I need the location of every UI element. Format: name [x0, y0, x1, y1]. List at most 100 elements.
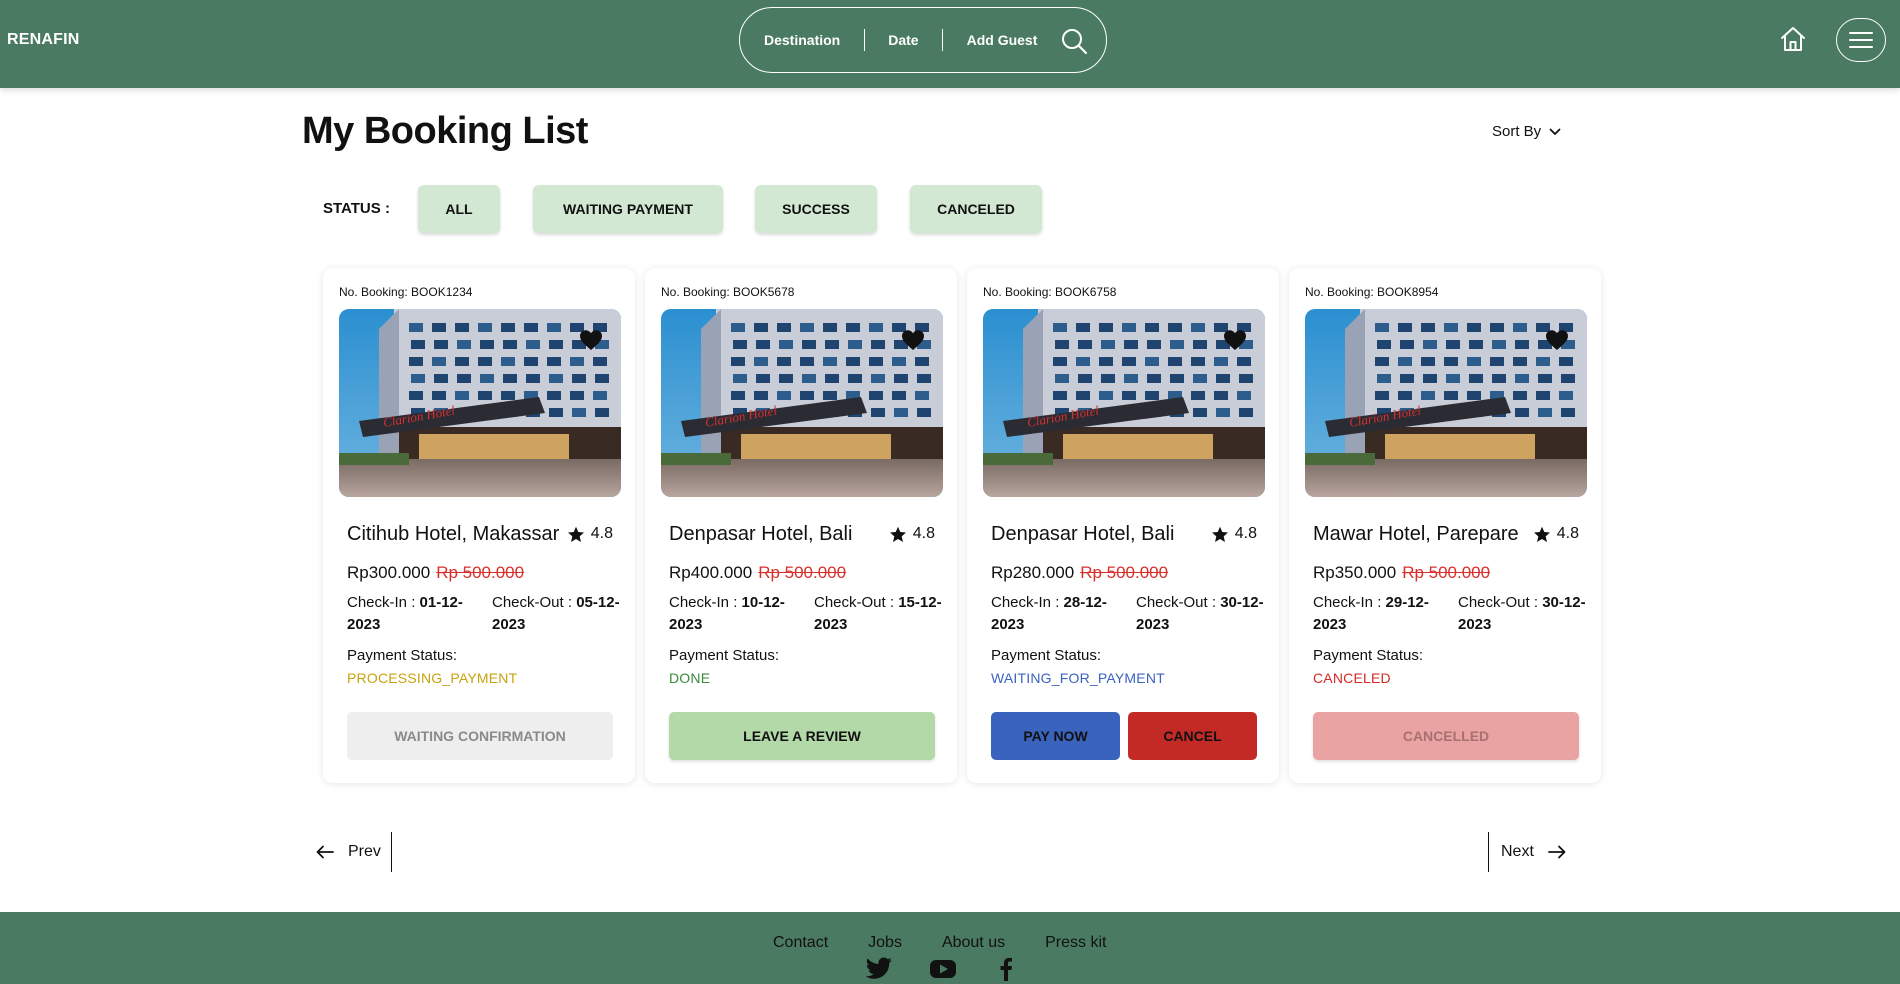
heart-icon[interactable]: [901, 329, 925, 351]
filter-canceled[interactable]: CANCELED: [910, 185, 1042, 233]
search-bar[interactable]: Destination Date Add Guest: [739, 7, 1107, 73]
hotel-name[interactable]: Denpasar Hotel, Bali: [669, 523, 852, 546]
check-in-date: Check-In : 28-12-2023: [991, 592, 1131, 636]
filter-success[interactable]: SUCCESS: [755, 185, 877, 233]
hamburger-icon: [1849, 32, 1873, 48]
check-out-label: Check-Out :: [492, 594, 577, 611]
current-price: Rp300.000: [347, 563, 431, 582]
youtube-icon[interactable]: [929, 957, 957, 981]
hotel-name[interactable]: Mawar Hotel, Parepare: [1313, 523, 1519, 546]
footer-link-contact[interactable]: Contact: [773, 934, 828, 952]
check-in-label: Check-In :: [991, 594, 1064, 611]
payment-status-label: Payment Status:: [1313, 647, 1424, 664]
star-icon: [1533, 526, 1550, 542]
rating-value: 4.8: [1234, 525, 1257, 542]
top-navbar: RENAFIN Destination Date Add Guest: [0, 0, 1900, 88]
rating-value: 4.8: [1556, 525, 1579, 542]
sort-by-dropdown[interactable]: Sort By: [1492, 123, 1561, 140]
check-in-label: Check-In :: [347, 594, 420, 611]
heart-icon[interactable]: [1545, 329, 1569, 351]
brand-logo[interactable]: RENAFIN: [7, 31, 80, 49]
star-icon: [567, 526, 584, 542]
cancel-booking-button[interactable]: CANCEL: [1128, 712, 1257, 760]
booking-card: No. Booking: BOOK6758 Clarion Hotel Denp…: [967, 268, 1279, 783]
payment-status-label: Payment Status:: [991, 647, 1102, 664]
footer-link-press-kit[interactable]: Press kit: [1045, 934, 1106, 952]
price: Rp280.000 Rp 500.000: [991, 563, 1168, 583]
heart-icon[interactable]: [1223, 329, 1247, 351]
pay-now-button[interactable]: PAY NOW: [991, 712, 1120, 760]
booking-card: No. Booking: BOOK5678 Clarion Hotel Denp…: [645, 268, 957, 783]
payment-status-label: Payment Status:: [669, 647, 780, 664]
filter-all[interactable]: ALL: [418, 185, 500, 233]
booking-action-button[interactable]: CANCELLED: [1313, 712, 1579, 760]
prev-page-button[interactable]: Prev: [316, 832, 392, 872]
status-filter-label: STATUS :: [323, 200, 390, 217]
check-in-label: Check-In :: [669, 594, 742, 611]
payment-status-value: CANCELED: [1313, 670, 1391, 686]
search-add-guest[interactable]: Add Guest: [943, 8, 1050, 72]
booking-number: No. Booking: BOOK8954: [1305, 285, 1439, 299]
arrow-right-icon: [1548, 845, 1566, 859]
price: Rp400.000 Rp 500.000: [669, 563, 846, 583]
check-out-label: Check-Out :: [814, 594, 899, 611]
booking-number: No. Booking: BOOK6758: [983, 285, 1117, 299]
booking-action-button[interactable]: LEAVE A REVIEW: [669, 712, 935, 760]
payment-status-label: Payment Status:: [347, 647, 458, 664]
star-icon: [889, 526, 906, 542]
booking-number: No. Booking: BOOK1234: [339, 285, 473, 299]
hotel-rating: 4.8: [1533, 525, 1579, 543]
next-label: Next: [1501, 843, 1534, 860]
check-out-date: Check-Out : 30-12-2023: [1136, 592, 1276, 636]
search-icon[interactable]: [1060, 27, 1088, 55]
footer-link-jobs[interactable]: Jobs: [868, 934, 902, 952]
facebook-icon[interactable]: [992, 957, 1020, 981]
check-out-date: Check-Out : 30-12-2023: [1458, 592, 1598, 636]
booking-action-button[interactable]: WAITING CONFIRMATION: [347, 712, 613, 760]
hotel-photo[interactable]: Clarion Hotel: [661, 309, 943, 497]
hotel-photo[interactable]: Clarion Hotel: [339, 309, 621, 497]
sort-by-label: Sort By: [1492, 123, 1542, 140]
menu-button[interactable]: [1836, 18, 1886, 62]
prev-label: Prev: [348, 843, 381, 860]
search-destination[interactable]: Destination: [740, 8, 864, 72]
booking-number: No. Booking: BOOK5678: [661, 285, 795, 299]
check-in-date: Check-In : 10-12-2023: [669, 592, 809, 636]
check-in-label: Check-In :: [1313, 594, 1386, 611]
check-out-label: Check-Out :: [1458, 594, 1543, 611]
hotel-photo[interactable]: Clarion Hotel: [983, 309, 1265, 497]
arrow-left-icon: [316, 845, 334, 859]
hotel-name[interactable]: Citihub Hotel, Makassar: [347, 523, 559, 546]
current-price: Rp280.000: [991, 563, 1075, 582]
hotel-rating: 4.8: [1211, 525, 1257, 543]
search-date[interactable]: Date: [865, 8, 941, 72]
twitter-icon[interactable]: [865, 957, 893, 981]
hotel-photo[interactable]: Clarion Hotel: [1305, 309, 1587, 497]
page-title: My Booking List: [302, 110, 588, 152]
check-out-date: Check-Out : 05-12-2023: [492, 592, 632, 636]
heart-icon[interactable]: [579, 329, 603, 351]
check-in-date: Check-In : 29-12-2023: [1313, 592, 1453, 636]
original-price: Rp 500.000: [1402, 563, 1491, 582]
home-icon[interactable]: [1779, 25, 1807, 53]
payment-status-value: WAITING_FOR_PAYMENT: [991, 670, 1165, 686]
booking-card: No. Booking: BOOK1234 Clarion Hotel Citi…: [323, 268, 635, 783]
filter-waiting-payment[interactable]: WAITING PAYMENT: [533, 185, 723, 233]
price: Rp300.000 Rp 500.000: [347, 563, 524, 583]
footer-links: Contact Jobs About us Press kit: [773, 934, 1146, 952]
payment-status-value: PROCESSING_PAYMENT: [347, 670, 518, 686]
hotel-name[interactable]: Denpasar Hotel, Bali: [991, 523, 1174, 546]
footer-link-about[interactable]: About us: [942, 934, 1005, 952]
star-icon: [1211, 526, 1228, 542]
original-price: Rp 500.000: [436, 563, 525, 582]
original-price: Rp 500.000: [1080, 563, 1169, 582]
chevron-down-icon: [1549, 128, 1561, 135]
payment-status-value: DONE: [669, 670, 711, 686]
hotel-rating: 4.8: [889, 525, 935, 543]
price: Rp350.000 Rp 500.000: [1313, 563, 1490, 583]
next-page-button[interactable]: Next: [1488, 832, 1566, 872]
check-in-date: Check-In : 01-12-2023: [347, 592, 487, 636]
rating-value: 4.8: [912, 525, 935, 542]
footer: Contact Jobs About us Press kit: [0, 912, 1900, 984]
hotel-rating: 4.8: [567, 525, 613, 543]
